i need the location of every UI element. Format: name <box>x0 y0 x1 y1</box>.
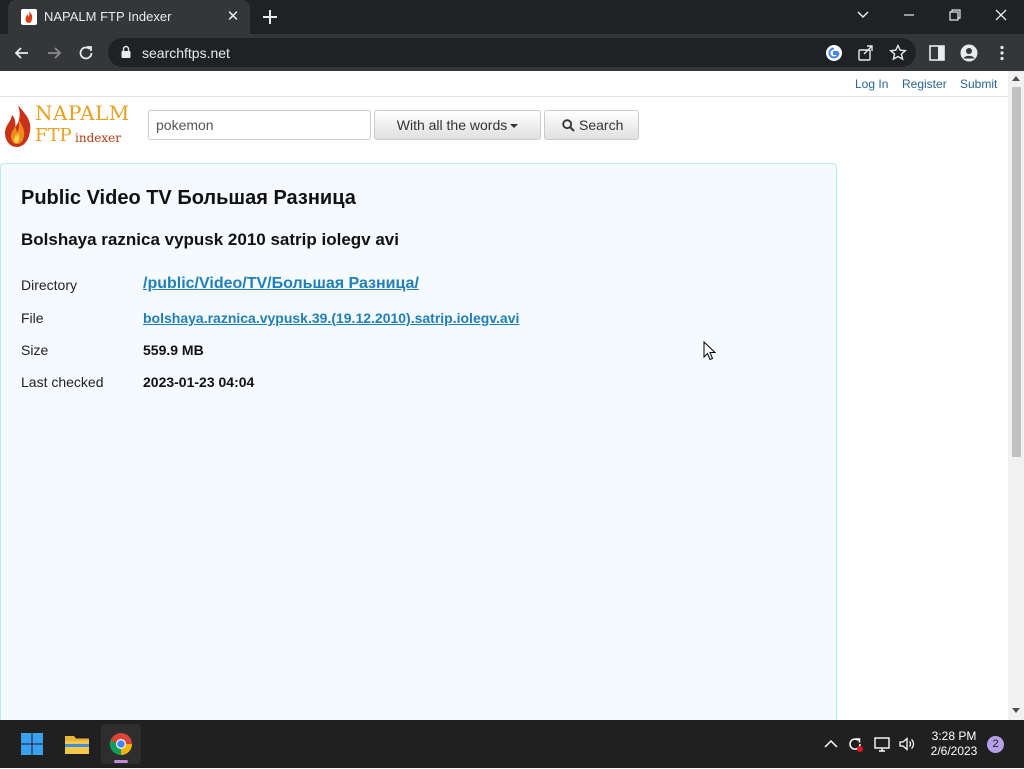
search-icon <box>562 119 575 132</box>
notification-badge[interactable]: 2 <box>987 736 1004 753</box>
caret-down-icon <box>510 124 519 129</box>
page-viewport: Log In Register Submit NAPALM FTP indexe… <box>0 71 1024 720</box>
reload-icon <box>79 46 93 60</box>
chrome-icon <box>109 733 132 756</box>
browser-toolbar: searchftps.net <box>0 34 1024 71</box>
clock-date: 2/6/2023 <box>930 744 978 758</box>
file-explorer-button[interactable] <box>57 724 97 764</box>
logo-text-napalm: NAPALM <box>35 101 130 125</box>
size-label: Size <box>21 342 49 358</box>
close-window-button[interactable] <box>986 4 1016 26</box>
google-icon <box>826 45 842 61</box>
taskbar: 3:28 PM 2/6/2023 <box>0 720 1024 768</box>
share-button[interactable] <box>856 43 876 63</box>
url-text: searchftps.net <box>142 45 230 61</box>
tab-search-button[interactable] <box>848 4 878 26</box>
directory-label: Directory <box>21 277 78 293</box>
login-link[interactable]: Log In <box>855 77 888 91</box>
profile-button[interactable] <box>956 40 982 66</box>
folder-icon <box>65 736 89 754</box>
google-lens-button[interactable] <box>824 43 844 63</box>
browser-tab[interactable]: NAPALM FTP Indexer ✕ <box>8 0 250 34</box>
system-clock[interactable]: 3:28 PM 2/6/2023 <box>924 729 984 759</box>
bookmark-button[interactable] <box>888 43 908 63</box>
restore-button[interactable] <box>940 4 970 26</box>
top-navigation: Log In Register Submit <box>0 71 1008 97</box>
clock-time: 3:28 PM <box>931 729 977 743</box>
volume-icon[interactable] <box>898 735 916 753</box>
chevron-down-icon <box>857 11 869 19</box>
lock-icon <box>121 45 131 58</box>
logo-text-indexer: indexer <box>75 131 121 145</box>
submit-link[interactable]: Submit <box>960 77 997 91</box>
file-link[interactable]: bolshaya.raznica.vypusk.39.(19.12.2010).… <box>143 310 519 326</box>
kebab-menu-icon <box>1000 45 1004 61</box>
minimize-icon <box>904 14 914 16</box>
search-button[interactable]: Search <box>544 110 639 140</box>
menu-button[interactable] <box>989 40 1015 66</box>
side-panel-button[interactable] <box>924 40 950 66</box>
tab-close-icon[interactable]: ✕ <box>224 8 242 26</box>
windows-logo-icon <box>21 733 43 755</box>
star-icon <box>889 43 907 61</box>
result-title: Public Video TV Большая Разница <box>21 187 356 209</box>
search-mode-label: With all the words <box>396 117 508 133</box>
flame-icon <box>5 105 31 147</box>
restore-icon <box>949 9 961 21</box>
profile-icon <box>960 44 978 62</box>
side-panel-icon <box>929 45 945 61</box>
mouse-cursor-icon <box>703 341 717 361</box>
result-panel: Public Video TV Большая Разница Bolshaya… <box>0 163 837 720</box>
plus-icon <box>263 10 277 24</box>
minimize-button[interactable] <box>894 4 924 26</box>
tab-title: NAPALM FTP Indexer <box>44 9 172 24</box>
address-bar[interactable]: searchftps.net <box>108 38 916 67</box>
close-icon <box>995 9 1007 21</box>
chevron-up-icon[interactable] <box>822 735 840 753</box>
directory-link[interactable]: /public/Video/TV/Большая Разница/ <box>143 275 419 293</box>
result-subtitle: Bolshaya raznica vypusk 2010 satrip iole… <box>21 230 399 249</box>
size-value: 559.9 MB <box>143 342 204 358</box>
scroll-down-arrow-icon[interactable] <box>1012 708 1020 714</box>
active-app-indicator <box>114 760 128 763</box>
arrow-left-icon <box>14 47 28 59</box>
search-button-label: Search <box>579 117 624 133</box>
scrollbar-thumb[interactable] <box>1012 87 1021 457</box>
scroll-up-arrow-icon[interactable] <box>1012 75 1020 81</box>
file-label: File <box>21 310 44 326</box>
last-checked-value: 2023-01-23 04:04 <box>143 374 255 390</box>
reload-button[interactable] <box>73 40 99 66</box>
start-button[interactable] <box>12 724 52 764</box>
search-input[interactable] <box>148 110 371 140</box>
site-logo[interactable]: NAPALM FTP indexer <box>2 101 130 149</box>
forward-button[interactable] <box>41 40 67 66</box>
logo-text-ftp: FTP <box>35 125 72 146</box>
new-tab-button[interactable] <box>258 5 282 29</box>
share-icon <box>858 45 873 61</box>
sync-icon[interactable] <box>846 735 864 753</box>
browser-tab-strip: NAPALM FTP Indexer ✕ <box>0 0 1024 34</box>
search-mode-dropdown[interactable]: With all the words <box>374 110 541 140</box>
last-checked-label: Last checked <box>21 374 104 390</box>
arrow-right-icon <box>48 47 62 59</box>
chrome-taskbar-button[interactable] <box>101 724 141 764</box>
back-button[interactable] <box>9 40 35 66</box>
register-link[interactable]: Register <box>902 77 947 91</box>
vertical-scrollbar[interactable] <box>1008 71 1024 720</box>
napalm-favicon-icon <box>21 9 37 25</box>
network-icon[interactable] <box>873 735 891 753</box>
